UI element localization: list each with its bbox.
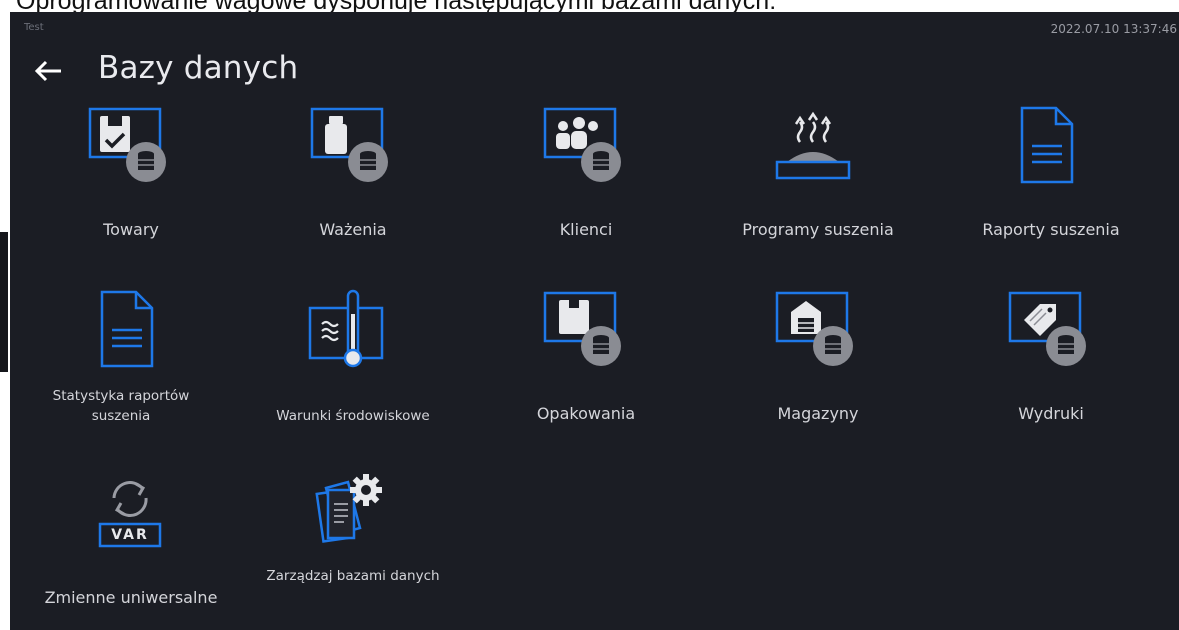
tile-label: Warunki środowiskowe bbox=[276, 408, 430, 424]
tile-products[interactable]: Towary bbox=[41, 104, 221, 254]
tile-label: Magazyny bbox=[777, 404, 859, 423]
warehouses-database-icon bbox=[775, 291, 853, 366]
tile-label: Wydruki bbox=[1018, 404, 1084, 423]
drying-reports-icon bbox=[1020, 106, 1074, 184]
tile-label: Klienci bbox=[559, 220, 613, 239]
tile-universal-variables[interactable]: VAR Zmienne uniwersalne bbox=[41, 470, 221, 620]
ambient-conditions-icon bbox=[308, 289, 384, 368]
weighings-database-icon bbox=[310, 107, 388, 182]
tile-label: Programy suszenia bbox=[742, 220, 894, 239]
tile-warehouses[interactable]: Magazyny bbox=[728, 288, 908, 438]
tile-ambient-conditions[interactable]: Warunki środowiskowe bbox=[263, 288, 443, 438]
var-badge-text: VAR bbox=[111, 527, 149, 543]
drying-programs-icon bbox=[775, 111, 851, 180]
tile-label: Opakowania bbox=[536, 404, 636, 423]
tile-drying-report-statistics[interactable]: Statystyka raportów suszenia bbox=[41, 288, 221, 438]
arrow-left-icon bbox=[34, 60, 61, 82]
tile-drying-programs[interactable]: Programy suszenia bbox=[728, 104, 908, 254]
tile-printouts[interactable]: Wydruki bbox=[961, 288, 1141, 438]
manage-databases-icon bbox=[315, 474, 382, 543]
tile-customers[interactable]: Klienci bbox=[496, 104, 676, 254]
tile-drying-reports[interactable]: Raporty suszenia bbox=[961, 104, 1141, 254]
customers-database-icon bbox=[543, 107, 621, 182]
device-screen: Test 2022.07.10 13:37:46 Bazy danych Tow… bbox=[10, 12, 1179, 630]
tile-label: Raporty suszenia bbox=[982, 220, 1120, 239]
drying-report-statistics-icon bbox=[100, 290, 154, 368]
datetime-readout: 2022.07.10 13:37:46 bbox=[1050, 22, 1177, 36]
tile-label: Towary bbox=[103, 220, 159, 239]
tile-manage-databases[interactable]: Zarządzaj bazami danych bbox=[263, 470, 443, 620]
tile-weighings[interactable]: Ważenia bbox=[263, 104, 443, 254]
left-edge bbox=[0, 12, 10, 630]
tile-label: Zmienne uniwersalne bbox=[44, 588, 218, 607]
printouts-database-icon bbox=[1008, 291, 1086, 366]
page-title: Bazy danych bbox=[98, 50, 299, 86]
tile-packaging[interactable]: Opakowania bbox=[496, 288, 676, 438]
tile-label: Statystyka raportów suszenia bbox=[52, 388, 190, 424]
tile-label: Zarządzaj bazami danych bbox=[266, 568, 440, 584]
back-button[interactable] bbox=[34, 56, 64, 86]
corner-label: Test bbox=[24, 22, 44, 33]
tile-label: Ważenia bbox=[319, 220, 387, 239]
packaging-database-icon bbox=[543, 291, 621, 366]
products-database-icon bbox=[88, 107, 166, 182]
